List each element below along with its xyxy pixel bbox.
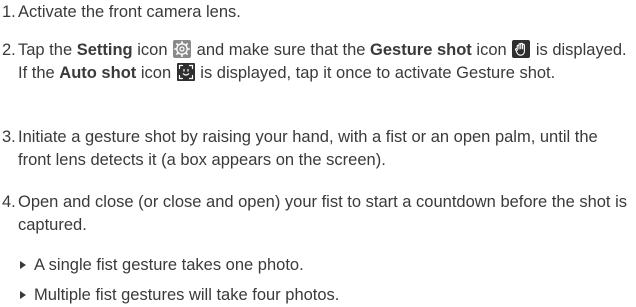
step-text: Initiate a gesture shot by raising your … <box>18 128 598 169</box>
step-number: 1. <box>2 3 16 21</box>
bullet-item: A single fist gesture takes one photo. <box>20 254 620 277</box>
text-run: is displayed, tap it once to activate Ge… <box>195 63 556 82</box>
text-run: icon <box>132 41 173 59</box>
step-3: 3. Initiate a gesture shot by raising yo… <box>0 126 630 171</box>
bullet-text: Multiple fist gestures will take four ph… <box>34 286 340 304</box>
step-number: 2. <box>2 41 16 59</box>
hand-palm-icon <box>512 40 531 58</box>
step-4: 4. Open and close (or close and open) yo… <box>0 191 630 236</box>
step-1: 1. Activate the front camera lens. <box>0 1 630 24</box>
auto-shot-label: Auto shot <box>59 63 137 82</box>
face-frame-icon <box>176 62 195 81</box>
step-text: Tap the Setting icon and make sure that … <box>18 39 630 84</box>
step-text: Open and close (or close and open) your … <box>18 193 628 234</box>
setting-label: Setting <box>76 41 133 59</box>
step-number: 4. <box>2 193 16 211</box>
triangle-bullet-icon <box>20 291 26 299</box>
step-text: Activate the front camera lens. <box>18 3 241 21</box>
gear-icon <box>173 40 192 58</box>
text-run: icon <box>136 63 176 82</box>
text-run: icon <box>471 41 512 59</box>
step-2: 2. Tap the Setting icon and make sure th… <box>0 39 630 84</box>
text-run: Tap the <box>18 41 77 59</box>
gesture-shot-label: Gesture shot <box>370 41 472 59</box>
triangle-bullet-icon <box>20 261 26 269</box>
text-run: and make sure that the <box>192 41 371 59</box>
bullet-text: A single fist gesture takes one photo. <box>34 256 304 274</box>
bullet-item: Multiple fist gestures will take four ph… <box>20 284 620 307</box>
step-number: 3. <box>2 128 16 146</box>
